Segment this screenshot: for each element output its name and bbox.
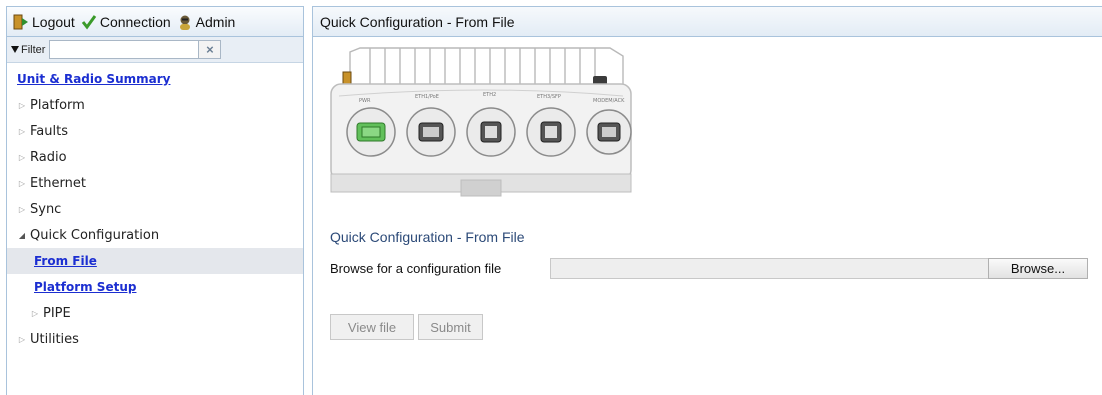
- nav-item-utilities[interactable]: ▷ Utilities: [7, 326, 303, 352]
- file-path-input[interactable]: [550, 258, 989, 279]
- clear-filter-button[interactable]: ×: [199, 40, 222, 59]
- nav-item-pipe[interactable]: ▷ PIPE: [7, 300, 303, 326]
- admin-button[interactable]: Admin: [177, 13, 236, 30]
- logout-label: Logout: [32, 13, 75, 30]
- port-label: MODEM/ACK: [593, 98, 625, 104]
- collapsed-arrow-icon[interactable]: ▷: [17, 335, 27, 344]
- port-label: ETH2: [483, 92, 496, 98]
- sidebar: Logout Connection Admin Filter × Unit & …: [6, 6, 304, 395]
- device-image: PWR ETH1/PoE ETH2 ETH3/SFP MODEM/ACK: [330, 47, 632, 197]
- nav-item-radio[interactable]: ▷ Radio: [7, 144, 303, 170]
- filter-label: Filter: [11, 44, 45, 56]
- section-title: Quick Configuration - From File: [330, 229, 525, 245]
- nav-item-faults[interactable]: ▷ Faults: [7, 118, 303, 144]
- funnel-icon: [11, 45, 19, 53]
- submit-button[interactable]: Submit: [418, 314, 483, 340]
- port-label: PWR: [359, 98, 371, 104]
- checkmark-icon: [81, 14, 97, 29]
- port-label: ETH3/SFP: [537, 94, 561, 100]
- admin-user-icon: [179, 15, 190, 30]
- expanded-arrow-icon[interactable]: ◢: [17, 231, 27, 240]
- main-panel: Quick Configuration - From File PWR ETH1…: [312, 6, 1102, 395]
- collapsed-arrow-icon[interactable]: ▷: [17, 153, 27, 162]
- nav-link-summary[interactable]: Unit & Radio Summary: [17, 72, 170, 86]
- logout-button[interactable]: Logout: [13, 14, 75, 30]
- collapsed-arrow-icon[interactable]: ▷: [30, 309, 40, 318]
- filter-bar: Filter ×: [7, 37, 303, 63]
- nav-item-platform-setup[interactable]: Platform Setup: [7, 274, 303, 300]
- nav-item-sync[interactable]: ▷ Sync: [7, 196, 303, 222]
- nav-link-from-file[interactable]: From File: [34, 254, 97, 268]
- collapsed-arrow-icon[interactable]: ▷: [17, 205, 27, 214]
- browse-label: Browse for a configuration file: [330, 261, 502, 276]
- collapsed-arrow-icon[interactable]: ▷: [17, 179, 27, 188]
- top-toolbar: Logout Connection Admin: [7, 7, 303, 37]
- port-label: ETH1/PoE: [415, 94, 439, 100]
- nav-link-platform-setup[interactable]: Platform Setup: [34, 280, 136, 294]
- logout-icon: [13, 14, 28, 29]
- nav-item-from-file[interactable]: From File: [7, 248, 303, 274]
- nav-item-platform[interactable]: ▷ Platform: [7, 92, 303, 118]
- view-file-button[interactable]: View file: [330, 314, 414, 340]
- nav-item-ethernet[interactable]: ▷ Ethernet: [7, 170, 303, 196]
- collapsed-arrow-icon[interactable]: ▷: [17, 127, 27, 136]
- connection-button[interactable]: Connection: [81, 14, 171, 30]
- connection-label: Connection: [99, 13, 171, 30]
- nav-item-quick-configuration[interactable]: ◢ Quick Configuration: [7, 222, 303, 248]
- nav-item-summary[interactable]: Unit & Radio Summary: [7, 66, 303, 92]
- admin-label: Admin: [195, 13, 236, 30]
- collapsed-arrow-icon[interactable]: ▷: [17, 101, 27, 110]
- filter-input[interactable]: [49, 40, 200, 59]
- nav-tree: Unit & Radio Summary ▷ Platform ▷ Faults…: [7, 63, 303, 352]
- browse-button[interactable]: Browse...: [988, 258, 1088, 279]
- page-title: Quick Configuration - From File: [313, 7, 1102, 37]
